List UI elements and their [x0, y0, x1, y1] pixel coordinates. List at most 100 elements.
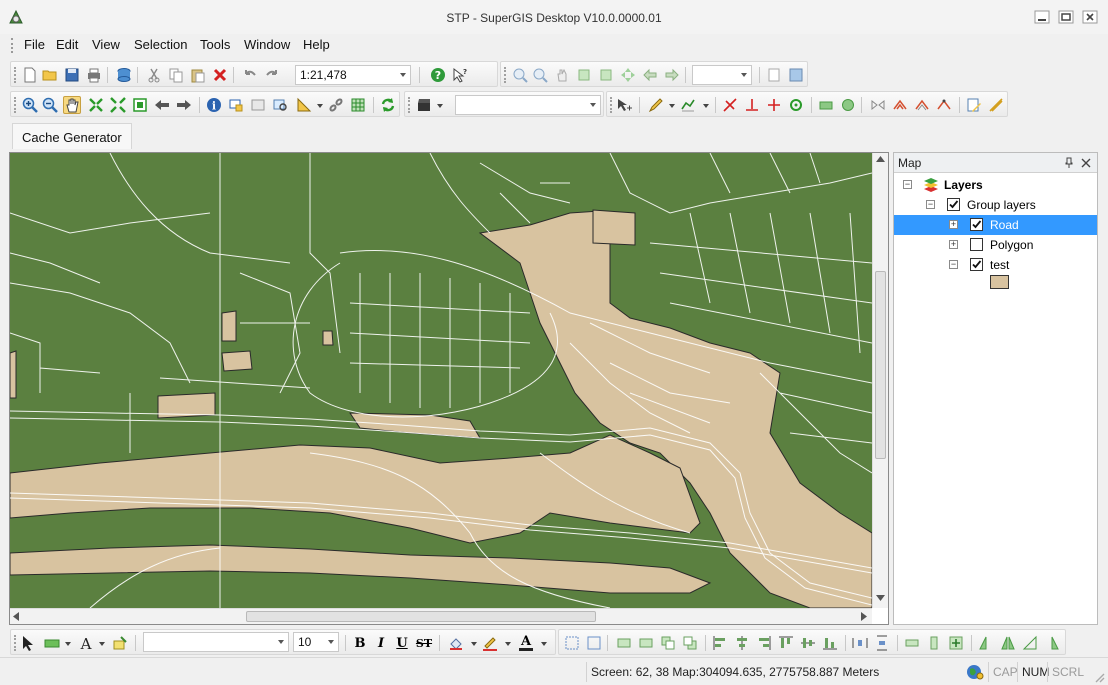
menu-selection[interactable]: Selection — [134, 37, 187, 52]
menu-view[interactable]: View — [92, 37, 120, 52]
new-document-icon[interactable] — [21, 66, 39, 84]
reshape-icon[interactable] — [679, 96, 697, 114]
toolbar-grip[interactable] — [408, 97, 411, 113]
expand-icon[interactable]: + — [949, 240, 958, 249]
tree-layer-polygon[interactable]: + Polygon — [894, 235, 1097, 255]
chevron-down-icon[interactable] — [99, 642, 105, 646]
generalize-icon[interactable] — [891, 96, 909, 114]
grid-table-icon[interactable] — [349, 96, 367, 114]
vertex-add-icon[interactable] — [765, 96, 783, 114]
menu-window[interactable]: Window — [244, 37, 290, 52]
flip-horizontal-icon[interactable] — [999, 634, 1017, 652]
rotate-icon[interactable] — [787, 96, 805, 114]
polygon-layer-checkbox[interactable] — [970, 238, 983, 251]
densify-icon[interactable] — [935, 96, 953, 114]
expand-icon[interactable]: + — [949, 220, 958, 229]
align-middle-icon[interactable] — [799, 634, 817, 652]
link-chain-icon[interactable] — [327, 96, 345, 114]
scroll-down-icon[interactable] — [876, 595, 885, 601]
font-size-combo[interactable]: 10 — [293, 632, 339, 652]
align-top-icon[interactable] — [777, 634, 795, 652]
map-canvas[interactable] — [10, 153, 872, 608]
whats-this-icon[interactable]: ? — [451, 66, 469, 84]
previous-extent-icon[interactable] — [641, 66, 659, 84]
send-back-icon[interactable] — [637, 634, 655, 652]
pan-icon[interactable] — [63, 96, 81, 114]
sketch-pencil-icon[interactable] — [647, 96, 665, 114]
flip-vertical-icon[interactable] — [1021, 634, 1039, 652]
full-extent-icon[interactable] — [619, 66, 637, 84]
clapper-animation-icon[interactable] — [415, 96, 433, 114]
save-icon[interactable] — [63, 66, 81, 84]
bring-front-icon[interactable] — [615, 634, 633, 652]
distribute-vertical-icon[interactable] — [873, 634, 891, 652]
select-elements-icon[interactable] — [19, 634, 37, 652]
menu-file[interactable]: File — [24, 37, 45, 52]
road-layer-checkbox[interactable] — [970, 218, 983, 231]
edit-vertices-icon[interactable] — [111, 634, 129, 652]
make-same-size-icon[interactable] — [947, 634, 965, 652]
database-connect-icon[interactable] — [115, 66, 133, 84]
font-color-button[interactable]: A — [517, 634, 535, 652]
tree-layer-road[interactable]: + Road — [894, 215, 1097, 235]
menu-grip[interactable] — [11, 38, 15, 53]
rotate-right-icon[interactable] — [1043, 634, 1061, 652]
ungroup-icon[interactable] — [585, 634, 603, 652]
scroll-right-icon[interactable] — [861, 612, 867, 621]
tree-group-layers[interactable]: − Group layers — [894, 195, 1097, 215]
identify-info-icon[interactable]: i — [205, 96, 223, 114]
resize-grip-icon[interactable] — [1094, 672, 1106, 684]
text-tool-icon[interactable]: A — [77, 634, 95, 652]
collapse-icon[interactable]: − — [903, 180, 912, 189]
undo-icon[interactable] — [241, 66, 259, 84]
test-symbol-swatch[interactable] — [990, 275, 1009, 289]
help-icon[interactable]: ? — [429, 66, 447, 84]
chevron-down-icon[interactable] — [65, 642, 71, 646]
make-same-width-icon[interactable] — [903, 634, 921, 652]
toolbar-grip[interactable] — [610, 97, 613, 113]
select-features-icon[interactable] — [227, 96, 245, 114]
map-horizontal-scrollbar[interactable] — [10, 608, 872, 624]
strikethrough-button[interactable]: ST — [415, 634, 433, 652]
menu-help[interactable]: Help — [303, 37, 330, 52]
test-layer-checkbox[interactable] — [970, 258, 983, 271]
back-arrow-icon[interactable] — [153, 96, 171, 114]
chevron-down-icon[interactable] — [317, 104, 323, 108]
close-icon[interactable] — [1082, 10, 1098, 24]
chevron-down-icon[interactable] — [541, 642, 547, 646]
zoom-in-icon[interactable] — [21, 96, 39, 114]
horizontal-scroll-thumb[interactable] — [246, 611, 596, 622]
tree-layer-test[interactable]: − test — [894, 255, 1097, 275]
circle-shape-icon[interactable] — [839, 96, 857, 114]
full-extent-globe-icon[interactable] — [131, 96, 149, 114]
chevron-down-icon[interactable] — [703, 104, 709, 108]
layout-page-icon[interactable] — [765, 66, 783, 84]
toolbar-grip[interactable] — [504, 67, 507, 83]
measure-tool-icon[interactable] — [295, 96, 313, 114]
align-right-icon[interactable] — [755, 634, 773, 652]
maximize-icon[interactable] — [1058, 10, 1074, 24]
menu-edit[interactable]: Edit — [56, 37, 78, 52]
align-bottom-icon[interactable] — [821, 634, 839, 652]
fixed-zoom-in-arrows-icon[interactable] — [87, 96, 105, 114]
font-name-combo[interactable] — [143, 632, 289, 652]
zoom-in-disabled-icon[interactable] — [511, 66, 529, 84]
next-extent-icon[interactable] — [663, 66, 681, 84]
tree-root-layers[interactable]: − Layers — [894, 175, 1097, 195]
print-icon[interactable] — [85, 66, 103, 84]
scroll-left-icon[interactable] — [13, 612, 19, 621]
group-icon[interactable] — [563, 634, 581, 652]
mirror-icon[interactable] — [869, 96, 887, 114]
zoom-out-icon[interactable] — [41, 96, 59, 114]
tab-cache-generator[interactable]: Cache Generator — [12, 123, 132, 149]
layout-view-icon[interactable] — [787, 66, 805, 84]
chevron-down-icon[interactable] — [437, 104, 443, 108]
smooth-icon[interactable] — [913, 96, 931, 114]
attribute-edit-icon[interactable] — [965, 96, 983, 114]
collapse-icon[interactable]: − — [949, 260, 958, 269]
chevron-down-icon[interactable] — [669, 104, 675, 108]
align-center-icon[interactable] — [733, 634, 751, 652]
hyperlink-image-icon[interactable] — [249, 96, 267, 114]
split-tool-icon[interactable] — [721, 96, 739, 114]
collapse-icon[interactable]: − — [926, 200, 935, 209]
